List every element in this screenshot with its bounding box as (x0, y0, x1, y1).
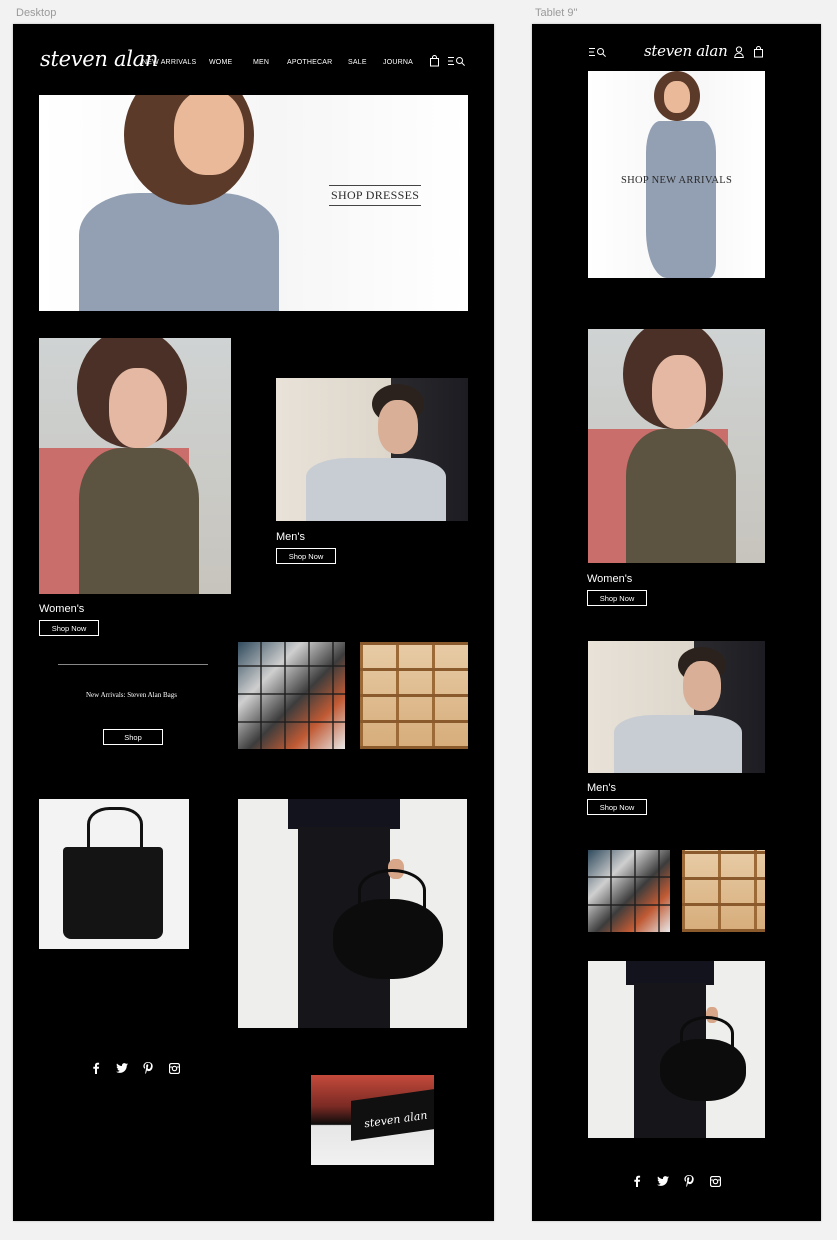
promo-text: New Arrivals: Steven Alan Bags (86, 691, 177, 699)
tablet-duffle-body (660, 1039, 746, 1101)
brand-logo[interactable]: steven alan (40, 47, 158, 71)
menu-search-icon[interactable] (447, 54, 467, 68)
desktop-artboard: steven alan NEW ARRIVALS WOME MEN APOTHE… (13, 24, 494, 1221)
twitter-icon[interactable] (115, 1061, 129, 1075)
tote-bag-image[interactable] (39, 799, 189, 949)
mens-label: Men's (276, 531, 305, 543)
tablet-instagram-icon[interactable] (708, 1174, 722, 1188)
promo-shop-button[interactable]: Shop (103, 729, 163, 745)
mens-image[interactable] (276, 378, 468, 521)
tablet-collage-image[interactable] (588, 850, 670, 932)
tablet-artboard: steven alan SHOP NEW ARRIVALS Women's Sh… (532, 24, 821, 1221)
nav-item-men[interactable]: MEN (253, 59, 269, 66)
tablet-mens-shop-now-button[interactable]: Shop Now (587, 799, 647, 815)
tablet-brand-logo[interactable]: steven alan (644, 42, 728, 60)
duffle-body (333, 899, 443, 979)
nav-item-sale[interactable]: SALE (348, 59, 367, 66)
tablet-facebook-icon[interactable] (630, 1174, 644, 1188)
tablet-womens-label: Women's (587, 573, 633, 585)
hero-model-face (174, 95, 244, 175)
tablet-pinterest-icon[interactable] (682, 1174, 696, 1188)
shop-dresses-link[interactable]: SHOP DRESSES (329, 185, 422, 206)
tablet-hero-model-dress (646, 121, 716, 278)
womens-shop-now-button[interactable]: Shop Now (39, 620, 99, 636)
desktop-frame-label: Desktop (16, 7, 57, 19)
tablet-womens-shop-now-button[interactable]: Shop Now (587, 590, 647, 606)
tablet-womens-image[interactable] (588, 329, 765, 563)
womens-image[interactable] (39, 338, 231, 594)
tablet-shopping-bag-icon[interactable] (751, 45, 765, 59)
tablet-duffle-bag-image[interactable] (588, 961, 765, 1138)
mens-shop-now-button[interactable]: Shop Now (276, 548, 336, 564)
collage-image[interactable] (238, 642, 345, 749)
storefront-image[interactable]: steven alan (311, 1075, 434, 1165)
mens-model-face (378, 400, 418, 454)
womens-label: Women's (39, 603, 85, 615)
shopping-bag-icon[interactable] (427, 54, 441, 68)
account-icon[interactable] (732, 45, 746, 59)
shop-new-arrivals-link[interactable]: SHOP NEW ARRIVALS (621, 175, 732, 186)
nav-item-journal[interactable]: JOURNA (383, 59, 413, 66)
hero-image[interactable]: SHOP DRESSES (39, 95, 468, 311)
tablet-hero-model-face (664, 81, 690, 113)
tablet-mens-model-face (683, 661, 721, 711)
nav-item-apothecary[interactable]: APOTHECAR (287, 59, 332, 66)
tablet-menu-search-icon[interactable] (588, 45, 608, 59)
nav-item-women[interactable]: WOME (209, 59, 232, 66)
tablet-hero-image[interactable]: SHOP NEW ARRIVALS (588, 71, 765, 278)
hero-model-body (79, 193, 279, 311)
tablet-womens-model-face (652, 355, 706, 429)
promo-divider (58, 664, 208, 665)
tablet-duffle-model-torso (626, 961, 714, 985)
tablet-mens-image[interactable] (588, 641, 765, 773)
tablet-mens-model-shirt (614, 715, 742, 773)
tablet-frame-label: Tablet 9" (535, 7, 578, 19)
tote-body (63, 847, 163, 939)
store-shelves-image[interactable] (360, 642, 468, 749)
tablet-womens-model-sweater (626, 429, 736, 563)
duffle-bag-image[interactable] (238, 799, 467, 1028)
tablet-store-shelves-image[interactable] (682, 850, 765, 932)
mens-model-shirt (306, 458, 446, 521)
pinterest-icon[interactable] (141, 1061, 155, 1075)
womens-model-sweater (79, 448, 199, 594)
nav-item-new-arrivals[interactable]: NEW ARRIVALS (142, 59, 196, 66)
facebook-icon[interactable] (89, 1061, 103, 1075)
instagram-icon[interactable] (167, 1061, 181, 1075)
duffle-model-torso (288, 799, 400, 829)
tote-handle (87, 807, 143, 850)
womens-model-face (109, 368, 167, 448)
tablet-mens-label: Men's (587, 782, 616, 794)
tablet-twitter-icon[interactable] (656, 1174, 670, 1188)
